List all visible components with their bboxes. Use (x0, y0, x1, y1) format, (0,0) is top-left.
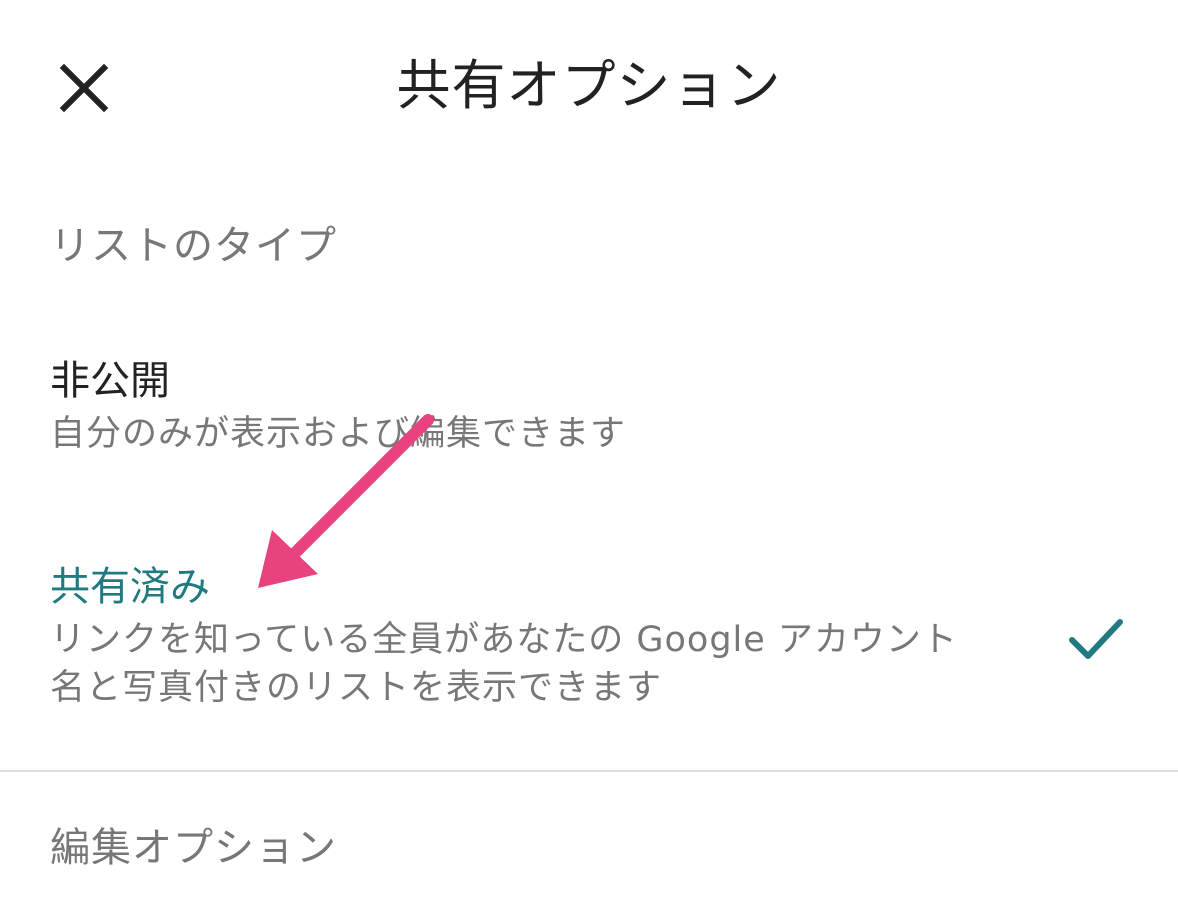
option-shared-description-line2: 名と写真付きのリストを表示できます (50, 668, 663, 708)
option-private-title: 非公開 (50, 358, 170, 404)
option-shared[interactable]: 共有済み リンクを知っている全員があなたの Google アカウント 名と写真付… (0, 556, 1178, 726)
edit-options-section-label[interactable]: 編集オプション (50, 820, 337, 876)
page-title: 共有オプション (396, 54, 782, 117)
option-private-description: 自分のみが表示および編集できます (50, 414, 627, 454)
option-shared-description-line1: リンクを知っている全員があなたの Google アカウント (50, 620, 958, 660)
option-shared-title: 共有済み (50, 564, 210, 610)
checkmark-icon (1069, 619, 1123, 659)
section-divider (0, 770, 1178, 772)
option-private[interactable]: 非公開 自分のみが表示および編集できます (0, 350, 1178, 470)
list-type-section-label: リストのタイプ (50, 223, 337, 269)
